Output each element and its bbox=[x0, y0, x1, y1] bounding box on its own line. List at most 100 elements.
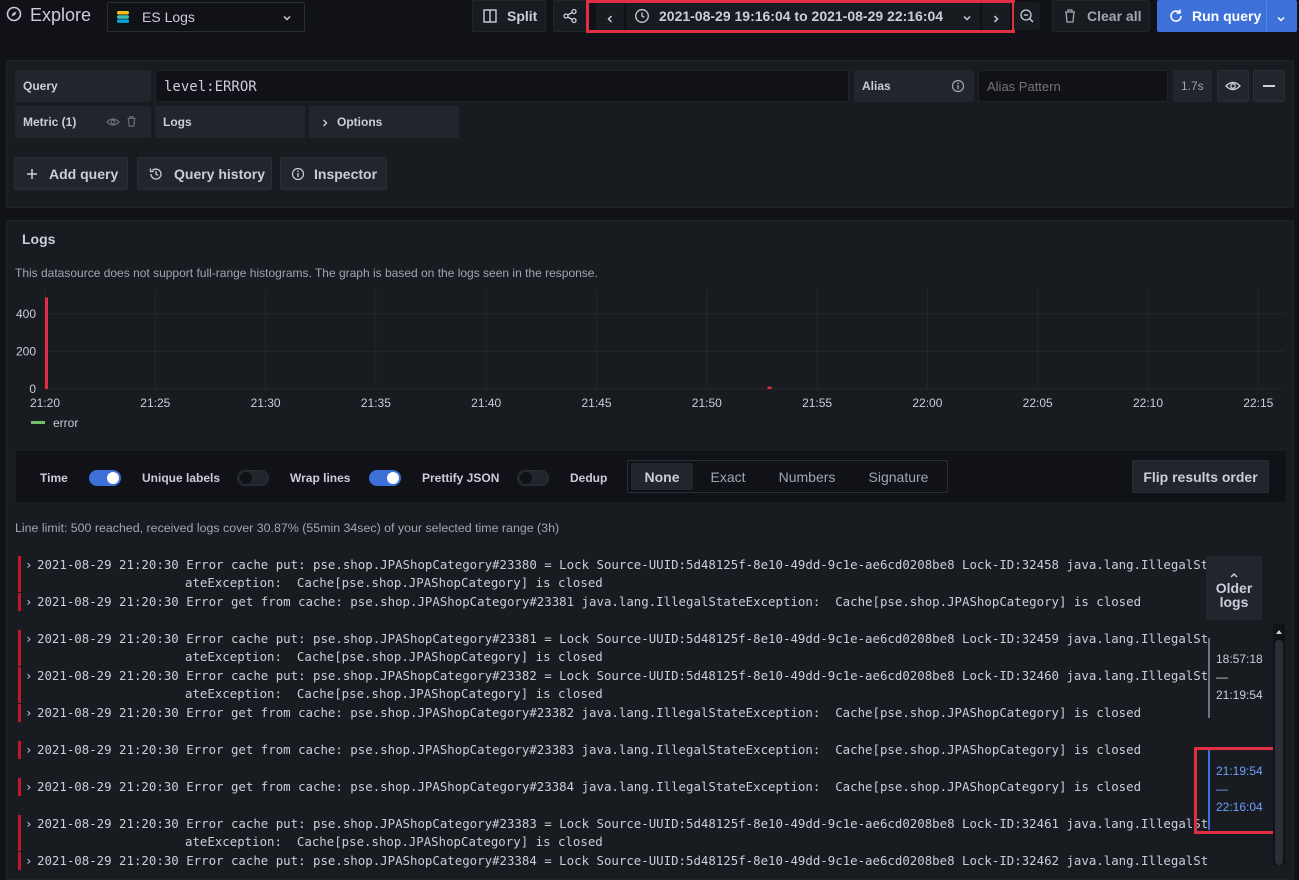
log-line: 2021-08-29 21:20:30 Error cache put: pse… bbox=[37, 631, 1209, 646]
x-tick-label: 21:30 bbox=[251, 396, 281, 410]
y-tick-label: 400 bbox=[16, 307, 36, 321]
log-row[interactable]: › 2021-08-29 21:20:30 Error get from cach… bbox=[18, 778, 1198, 796]
legend-label[interactable]: error bbox=[53, 416, 78, 430]
chevron-right-icon[interactable]: › bbox=[25, 815, 37, 833]
time-toggle[interactable] bbox=[89, 470, 121, 486]
datasource-name: ES Logs bbox=[142, 9, 195, 25]
log-row[interactable]: › 2021-08-29 21:20:30 Error get from cach… bbox=[18, 704, 1198, 722]
log-row[interactable]: › 2021-08-29 21:20:30 Error cache put: ps… bbox=[18, 556, 1208, 592]
eye-icon bbox=[1225, 79, 1241, 93]
options-label: Options bbox=[337, 115, 383, 129]
query-input[interactable]: level:ERROR bbox=[155, 70, 849, 102]
log-row[interactable]: › 2021-08-29 21:20:30 Error cache put: ps… bbox=[18, 667, 1208, 703]
flip-results-order-button[interactable]: Flip results order bbox=[1132, 460, 1269, 493]
run-query-label: Run query bbox=[1192, 8, 1262, 24]
x-tick-label: 21:40 bbox=[471, 396, 501, 410]
chevron-right-icon[interactable]: › bbox=[25, 704, 37, 722]
chevron-right-icon[interactable]: › bbox=[25, 778, 37, 796]
wrap-lines-toggle[interactable] bbox=[369, 470, 401, 486]
chevron-right-icon[interactable]: › bbox=[25, 852, 37, 870]
options-toggle[interactable]: Options bbox=[309, 106, 459, 138]
history-icon bbox=[148, 166, 164, 182]
unique-labels-toggle[interactable] bbox=[237, 470, 269, 486]
split-button[interactable]: Split bbox=[472, 0, 546, 32]
chevron-right-icon[interactable]: › bbox=[25, 667, 37, 685]
toggle-query-visibility-button[interactable] bbox=[1217, 70, 1249, 102]
dedup-option-exact[interactable]: Exact bbox=[699, 463, 757, 490]
inspector-label: Inspector bbox=[314, 165, 378, 182]
inspector-button[interactable]: Inspector bbox=[280, 157, 387, 190]
scroll-up-icon[interactable] bbox=[1274, 624, 1284, 634]
chevron-right-icon[interactable]: › bbox=[25, 593, 37, 611]
metric-type-select[interactable]: Logs bbox=[155, 106, 305, 138]
query-duration: 1.7s bbox=[1181, 79, 1204, 93]
alias-pattern-input[interactable] bbox=[978, 70, 1168, 102]
share-button[interactable] bbox=[553, 0, 587, 32]
prettify-json-toggle[interactable] bbox=[517, 470, 549, 486]
query-label-box: Query bbox=[15, 70, 151, 102]
info-icon bbox=[951, 79, 965, 96]
chevron-down-icon[interactable] bbox=[1276, 11, 1286, 27]
chevron-right-icon[interactable]: › bbox=[25, 630, 37, 648]
add-query-button[interactable]: Add query bbox=[14, 157, 128, 190]
metric-label: Metric (1) bbox=[23, 115, 77, 129]
log-row[interactable]: › 2021-08-29 21:20:30 Error cache put: ps… bbox=[18, 630, 1208, 666]
histogram-bar[interactable] bbox=[45, 297, 48, 389]
chevron-right-icon[interactable]: › bbox=[25, 741, 37, 759]
page-title: Explore bbox=[30, 5, 92, 25]
log-line: 2021-08-29 21:20:30 Error cache put: pse… bbox=[37, 557, 1209, 572]
log-row[interactable]: › 2021-08-29 21:20:30 Error cache put: ps… bbox=[18, 815, 1208, 851]
legend-swatch bbox=[31, 421, 45, 424]
query-label: Query bbox=[23, 79, 58, 93]
dedup-none-label: None bbox=[644, 468, 680, 485]
split-icon bbox=[483, 9, 497, 23]
metric-type-label: Logs bbox=[163, 115, 192, 129]
chevron-right-icon[interactable]: › bbox=[25, 556, 37, 574]
histogram-bar[interactable] bbox=[767, 386, 772, 389]
x-tick-label: 21:25 bbox=[140, 396, 170, 410]
x-tick-label: 22:15 bbox=[1243, 396, 1273, 410]
run-divider bbox=[1266, 1, 1267, 31]
trash-icon[interactable] bbox=[126, 115, 137, 131]
page-1-separator: — bbox=[1216, 670, 1228, 684]
log-line-continued: ateException: Cache[pse.shop.JPAShopCate… bbox=[185, 649, 603, 664]
clear-all-button[interactable]: Clear all bbox=[1052, 0, 1150, 32]
trash-icon bbox=[1063, 8, 1077, 24]
plus-icon bbox=[25, 167, 39, 181]
eye-icon[interactable] bbox=[106, 116, 120, 131]
older-logs-label: Older logs bbox=[1215, 580, 1253, 610]
query-history-button[interactable]: Query history bbox=[137, 157, 272, 190]
logs-page-1[interactable]: 18:57:18 — 21:19:54 bbox=[1208, 638, 1268, 718]
zoom-out-icon bbox=[1019, 8, 1035, 24]
query-duration-badge: 1.7s bbox=[1173, 70, 1212, 102]
y-tick-label: 0 bbox=[29, 382, 36, 396]
log-row[interactable]: › 2021-08-29 21:20:30 Error get from cach… bbox=[18, 593, 1198, 611]
current-page-highlight bbox=[1194, 747, 1285, 834]
line-limit-info: Line limit: 500 reached, received logs c… bbox=[15, 521, 560, 535]
log-line: 2021-08-29 21:20:30 Error cache put: pse… bbox=[37, 668, 1209, 683]
elasticsearch-icon bbox=[116, 10, 130, 24]
info-icon bbox=[291, 167, 305, 181]
dedup-option-none[interactable]: None bbox=[631, 463, 693, 490]
remove-query-button[interactable] bbox=[1253, 70, 1285, 102]
log-line: 2021-08-29 21:20:30 Error get from cache… bbox=[37, 705, 1142, 720]
x-tick-label: 21:45 bbox=[581, 396, 611, 410]
older-logs-button[interactable]: Older logs bbox=[1206, 556, 1262, 620]
x-tick-label: 22:00 bbox=[912, 396, 942, 410]
log-line: 2021-08-29 21:20:30 Error cache put: pse… bbox=[37, 816, 1209, 831]
dedup-numbers-label: Numbers bbox=[778, 468, 836, 485]
dedup-exact-label: Exact bbox=[710, 468, 746, 485]
dedup-option-numbers[interactable]: Numbers bbox=[767, 463, 847, 490]
histogram-notice: This datasource does not support full-ra… bbox=[15, 266, 598, 280]
metric-label-box[interactable]: Metric (1) bbox=[15, 106, 151, 138]
zoom-out-button[interactable] bbox=[1014, 2, 1040, 30]
dedup-option-signature[interactable]: Signature bbox=[855, 463, 942, 490]
share-icon bbox=[562, 8, 578, 24]
x-tick-label: 22:10 bbox=[1133, 396, 1163, 410]
datasource-picker[interactable]: ES Logs bbox=[107, 2, 305, 32]
logs-scrollbar-thumb[interactable] bbox=[1275, 640, 1283, 865]
run-query-button[interactable]: Run query bbox=[1157, 0, 1297, 32]
log-row[interactable]: › 2021-08-29 21:20:30 Error cache put: ps… bbox=[18, 852, 1208, 870]
log-line-continued: ateException: Cache[pse.shop.JPAShopCate… bbox=[185, 834, 603, 849]
log-row[interactable]: › 2021-08-29 21:20:30 Error get from cach… bbox=[18, 741, 1198, 759]
